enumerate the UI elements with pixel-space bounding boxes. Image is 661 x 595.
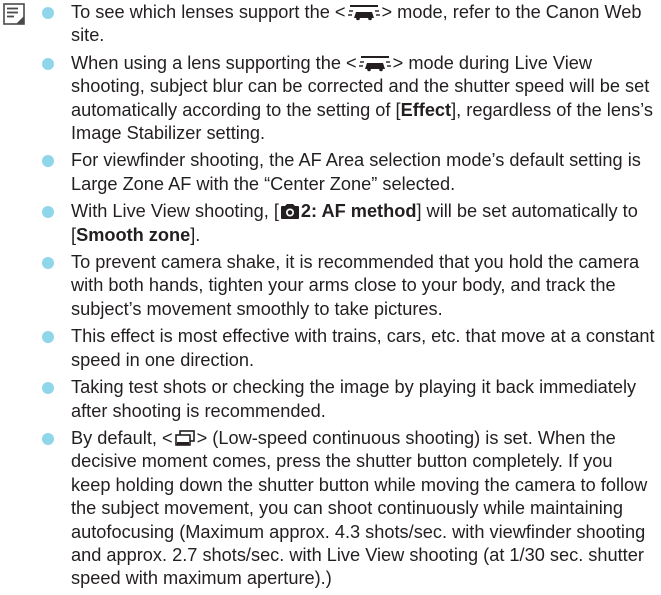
low-speed-continuous-icon <box>174 430 195 446</box>
list-item: This effect is most effective with train… <box>39 325 655 372</box>
note-text: When using a lens supporting the < <box>71 52 357 73</box>
list-item: With Live View shooting, [ 2: AF method]… <box>39 200 655 247</box>
note-text: > (Low-speed continuous shooting) is set… <box>71 427 648 589</box>
panning-mode-icon <box>347 5 380 21</box>
note-text: For viewfinder shooting, the AF Area sel… <box>71 150 641 194</box>
note-icon <box>3 3 25 25</box>
note-text: With Live View shooting, [ <box>71 201 279 222</box>
notes-list: To see which lenses support the < > mode… <box>39 1 655 595</box>
note-text: Taking test shots or checking the image … <box>71 377 637 421</box>
bullet <box>42 257 54 270</box>
bullet <box>42 155 54 168</box>
effect-setting-label: Effect <box>400 99 452 120</box>
bullet <box>42 432 54 445</box>
bullet <box>42 206 54 219</box>
list-item: By default, < > (Low-speed continuous sh… <box>39 427 655 591</box>
bullet <box>42 382 54 395</box>
note-text: To see which lenses support the < <box>71 2 346 22</box>
list-item: To prevent camera shake, it is recommend… <box>39 251 655 321</box>
note-text: ]. <box>190 224 201 245</box>
panning-mode-icon <box>358 55 391 72</box>
af-method-setting-label: 2: AF method <box>300 201 417 222</box>
camera-shooting-tab-icon <box>280 204 299 220</box>
note-text: To prevent camera shake, it is recommend… <box>71 252 640 319</box>
list-item: Taking test shots or checking the image … <box>39 376 655 423</box>
list-item: To see which lenses support the < > mode… <box>39 1 655 48</box>
bullet <box>42 7 54 19</box>
note-text: This effect is most effective with train… <box>71 326 655 370</box>
smooth-zone-setting-label: Smooth zone <box>76 224 191 245</box>
note-text: By default, < <box>71 427 173 448</box>
bullet <box>42 57 54 70</box>
bullet <box>42 331 54 344</box>
list-item: When using a lens supporting the < > mod… <box>39 52 655 146</box>
list-item: For viewfinder shooting, the AF Area sel… <box>39 149 655 196</box>
